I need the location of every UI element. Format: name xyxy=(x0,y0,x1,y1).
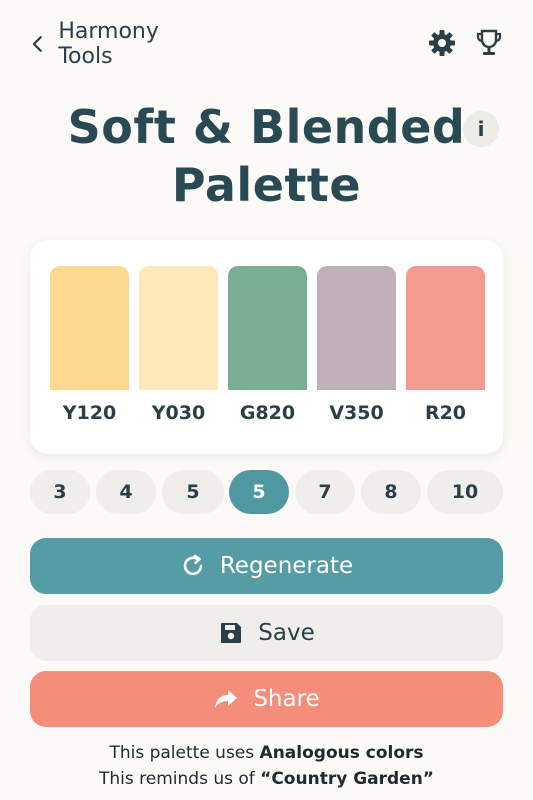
share-arrow-icon xyxy=(215,690,238,708)
count-option[interactable]: 7 xyxy=(295,470,355,514)
save-label: Save xyxy=(258,620,315,646)
refresh-icon xyxy=(183,554,203,576)
save-button[interactable]: Save xyxy=(30,605,503,661)
count-option[interactable]: 8 xyxy=(361,470,421,514)
share-button[interactable]: Share xyxy=(30,671,503,727)
settings-button[interactable] xyxy=(427,28,457,58)
swatch-color xyxy=(139,266,218,390)
swatch-code: R20 xyxy=(406,390,485,436)
title-line-1: Soft & Blended xyxy=(67,100,466,154)
back-label: Harmony Tools xyxy=(58,19,159,69)
back-button[interactable]: Harmony Tools xyxy=(28,19,208,69)
top-bar: Harmony Tools xyxy=(0,0,533,88)
swatch[interactable]: Y030 xyxy=(139,266,218,436)
swatch-color xyxy=(228,266,307,390)
regenerate-label: Regenerate xyxy=(219,553,354,579)
count-option[interactable]: 4 xyxy=(96,470,156,514)
swatch-code: Y120 xyxy=(50,390,129,436)
share-label: Share xyxy=(253,686,320,712)
swatch[interactable]: V350 xyxy=(317,266,396,436)
swatch[interactable]: Y120 xyxy=(50,266,129,436)
swatch-color xyxy=(50,266,129,390)
count-option[interactable]: 10 xyxy=(427,470,503,514)
harmony-line: This palette uses Analogous colors xyxy=(0,740,533,766)
title-line-2: Palette xyxy=(171,158,362,212)
gear-icon xyxy=(429,30,455,56)
palette-card: Y120 Y030 G820 V350 R20 xyxy=(30,240,503,454)
swatch[interactable]: R20 xyxy=(406,266,485,436)
harmony-type: Analogous colors xyxy=(259,743,424,763)
count-option[interactable]: 5 xyxy=(162,470,224,514)
palette-description: This palette uses Analogous colors This … xyxy=(0,740,533,792)
info-button[interactable]: i xyxy=(463,111,499,147)
trophy-button[interactable] xyxy=(474,28,504,58)
color-count-selector: 3 4 5 5 7 8 10 xyxy=(30,470,503,516)
swatch-code: G820 xyxy=(228,390,307,436)
count-option[interactable]: 3 xyxy=(30,470,90,514)
harmony-prefix: This palette uses xyxy=(109,743,260,763)
regenerate-button[interactable]: Regenerate xyxy=(30,538,503,594)
count-option[interactable]: 5 xyxy=(229,470,289,514)
swatch-code: V350 xyxy=(317,390,396,436)
trophy-icon xyxy=(476,29,502,55)
theme-prefix: This reminds us of xyxy=(99,769,261,789)
palette-title: Soft & Blended Palette xyxy=(0,98,533,214)
swatch[interactable]: G820 xyxy=(228,266,307,436)
theme-name: “Country Garden” xyxy=(260,769,434,789)
swatch-color xyxy=(406,266,485,390)
chevron-left-icon xyxy=(32,36,42,52)
floppy-disk-icon xyxy=(221,623,242,643)
theme-line: This reminds us of “Country Garden” xyxy=(0,766,533,792)
swatch-color xyxy=(317,266,396,390)
swatch-code: Y030 xyxy=(139,390,218,436)
